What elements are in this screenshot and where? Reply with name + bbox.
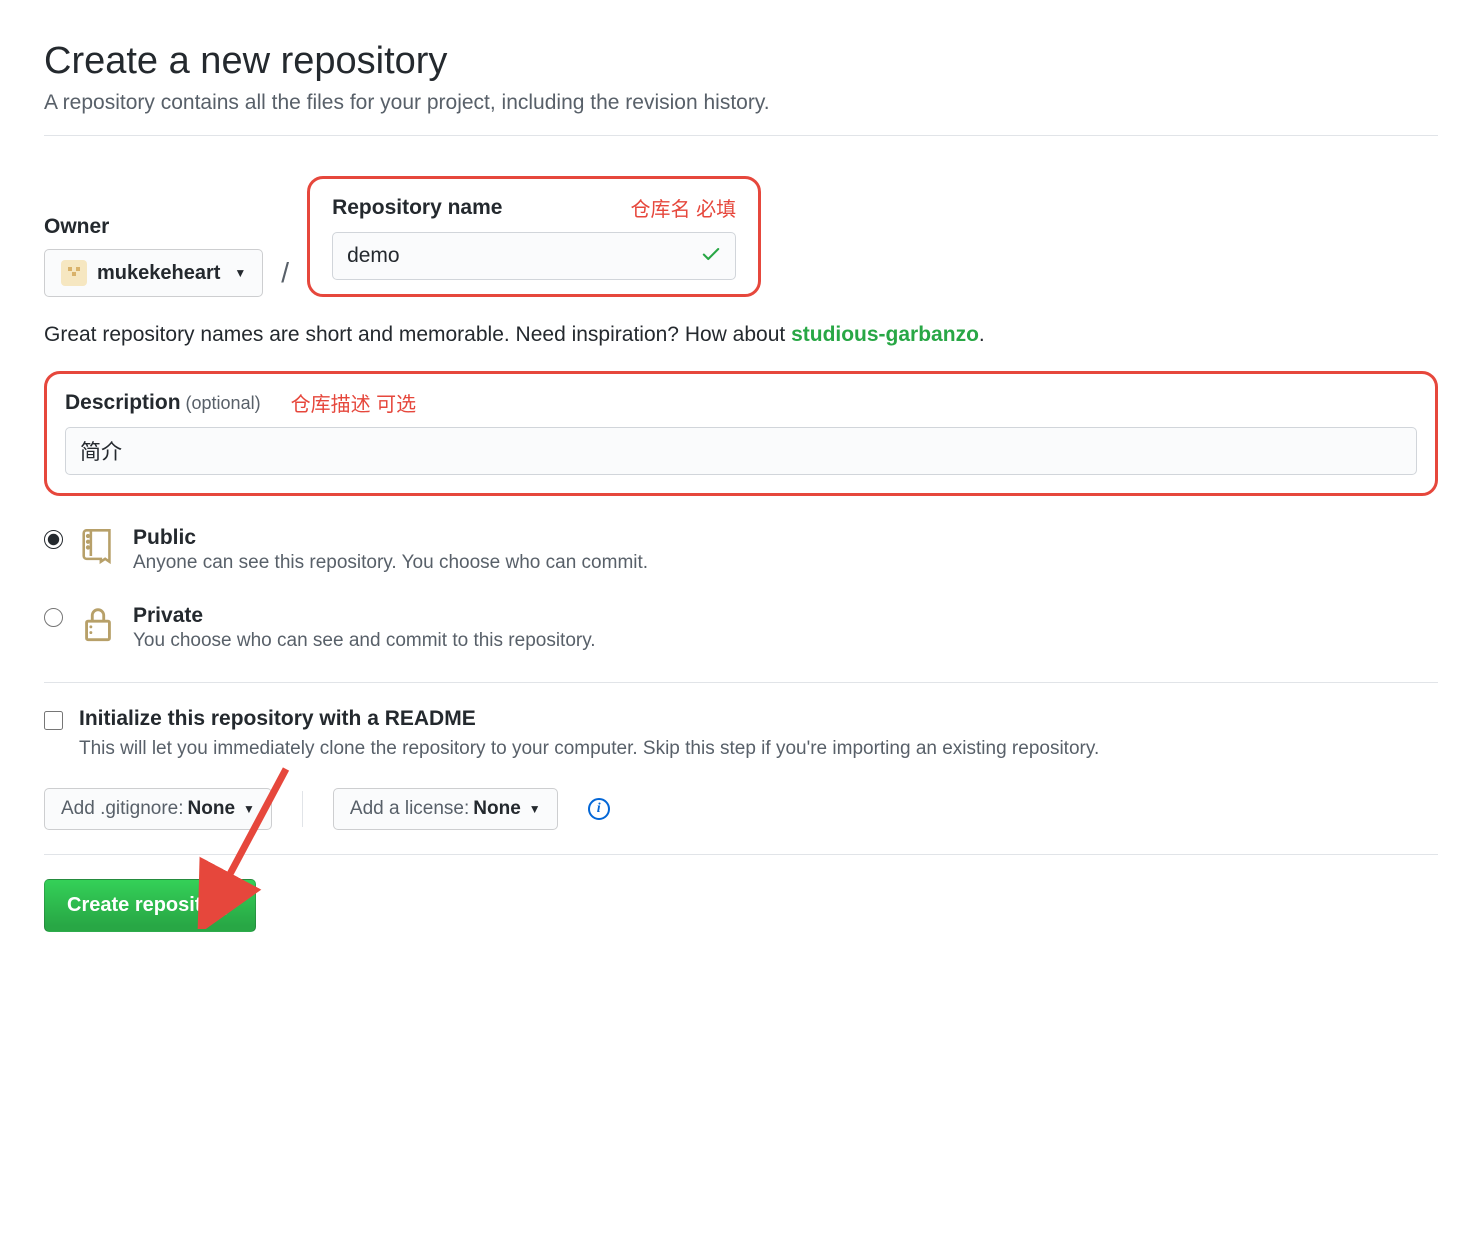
owner-repo-row: Owner mukekeheart ▼ / Repository name 仓库… [44,176,1438,297]
repo-name-label: Repository name [332,196,502,220]
readme-row: Initialize this repository with a README… [44,707,1438,764]
owner-label: Owner [44,215,263,239]
visibility-public-radio[interactable] [44,530,63,549]
visibility-private-row: Private You choose who can see and commi… [44,604,1438,652]
readme-title: Initialize this repository with a README [79,707,1099,731]
description-annotation: 仓库描述 可选 [291,388,417,417]
vertical-divider [302,791,303,827]
visibility-public-title: Public [133,526,1438,550]
chevron-down-icon: ▼ [529,802,541,816]
owner-select-button[interactable]: mukekeheart ▼ [44,249,263,297]
visibility-private-desc: You choose who can see and commit to thi… [133,630,1438,652]
description-label-text: Description [65,391,181,414]
divider [44,135,1438,136]
divider [44,682,1438,683]
owner-username: mukekeheart [97,262,220,285]
page-title: Create a new repository [44,40,1438,83]
repo-name-help: Great repository names are short and mem… [44,323,1438,347]
slash-separator: / [281,257,289,297]
license-dropdown[interactable]: Add a license: None ▼ [333,788,558,830]
repo-icon [79,526,117,566]
create-repository-button[interactable]: Create repository [44,879,256,932]
visibility-private-title: Private [133,604,1438,628]
description-annotation-box: Description (optional) 仓库描述 可选 [44,371,1438,496]
chevron-down-icon: ▼ [243,802,255,816]
chevron-down-icon: ▼ [234,266,246,280]
owner-block: Owner mukekeheart ▼ [44,215,263,297]
avatar-icon [61,260,87,286]
gitignore-prefix: Add .gitignore: [61,798,184,820]
description-input[interactable] [65,427,1417,475]
license-value: None [473,798,521,820]
visibility-group: Public Anyone can see this repository. Y… [44,526,1438,652]
description-label: Description (optional) [65,391,261,415]
license-prefix: Add a license: [350,798,469,820]
divider [44,854,1438,855]
description-optional: (optional) [181,393,261,413]
repo-name-annotation: 仓库名 必填 [631,193,737,222]
visibility-public-desc: Anyone can see this repository. You choo… [133,552,1438,574]
help-suffix: . [979,323,985,346]
name-suggestion-link[interactable]: studious-garbanzo [791,323,979,346]
visibility-private-radio[interactable] [44,608,63,627]
help-prefix: Great repository names are short and mem… [44,323,791,346]
gitignore-dropdown[interactable]: Add .gitignore: None ▼ [44,788,272,830]
lock-icon [79,604,117,644]
visibility-public-row: Public Anyone can see this repository. Y… [44,526,1438,574]
readme-checkbox[interactable] [44,711,63,730]
repo-name-input[interactable] [332,232,736,280]
readme-desc: This will let you immediately clone the … [79,735,1099,764]
check-icon [700,243,722,270]
page-subtitle: A repository contains all the files for … [44,91,1438,115]
repo-name-annotation-box: Repository name 仓库名 必填 [307,176,761,297]
info-icon[interactable]: i [588,798,610,820]
dropdown-row: Add .gitignore: None ▼ Add a license: No… [44,788,1438,830]
gitignore-value: None [188,798,236,820]
